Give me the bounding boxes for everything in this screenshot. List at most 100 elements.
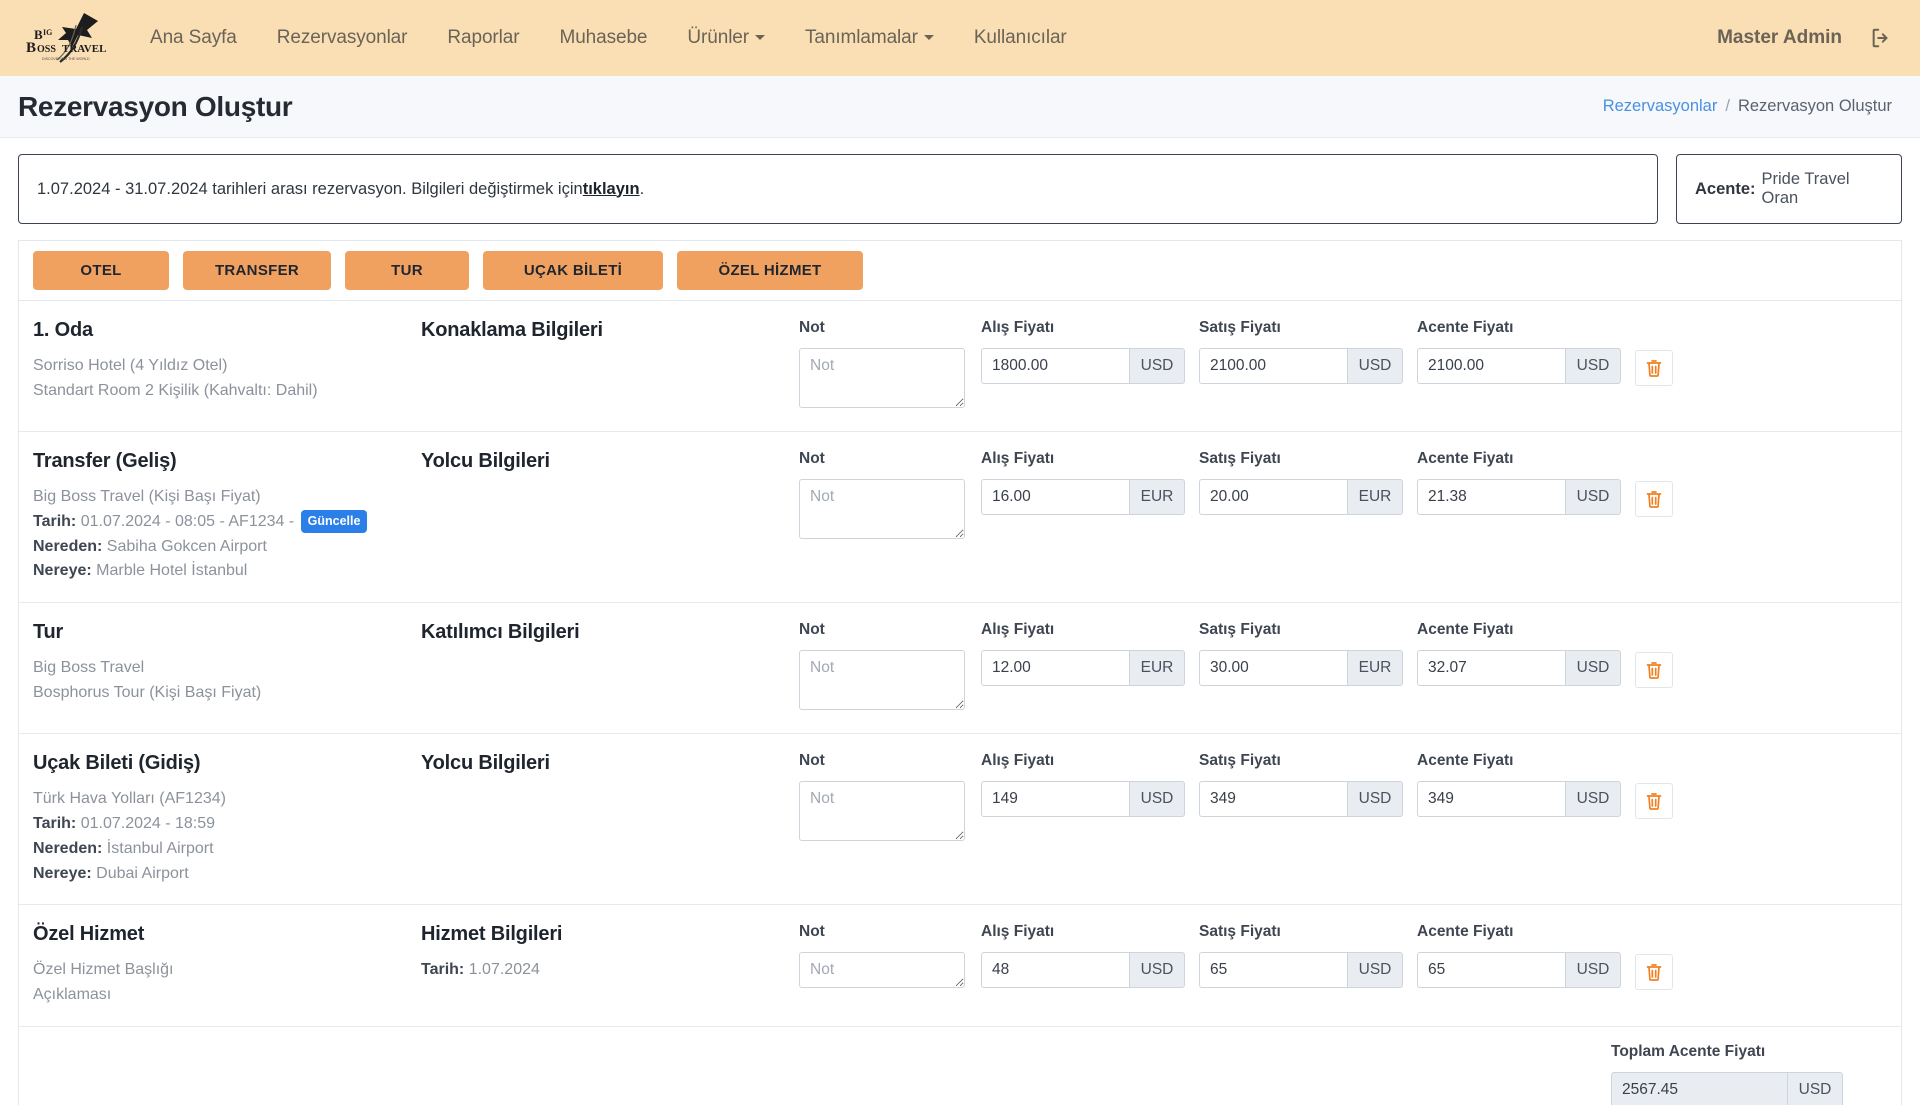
- buy-price-input[interactable]: [981, 650, 1129, 687]
- tab-ozel-hizmet[interactable]: ÖZEL HİZMET: [677, 251, 863, 290]
- delete-row-button[interactable]: [1635, 652, 1673, 689]
- nav-item-urunler[interactable]: Ürünler: [667, 19, 785, 57]
- tab-tur[interactable]: TUR: [345, 251, 469, 290]
- logout-button[interactable]: [1870, 27, 1892, 49]
- nav-item-muhasebe[interactable]: Muhasebe: [539, 19, 667, 57]
- row-delete-cell: [1635, 752, 1693, 820]
- update-badge-button[interactable]: Güncelle: [300, 509, 368, 534]
- agency-price-currency[interactable]: USD: [1565, 952, 1621, 989]
- buy-price-currency[interactable]: USD: [1129, 348, 1185, 384]
- agency-price-input[interactable]: [1417, 952, 1565, 989]
- row-note-cell: Not: [799, 621, 981, 715]
- note-label: Not: [799, 752, 825, 770]
- total-row: Toplam Acente Fiyatı USD: [19, 1027, 1901, 1105]
- row-mid-title: Yolcu Bilgileri: [421, 450, 550, 472]
- current-user-label: Master Admin: [1717, 27, 1842, 48]
- info-row: 1.07.2024 - 31.07.2024 tarihleri arası r…: [18, 154, 1902, 224]
- row-note-cell: Not: [799, 752, 981, 846]
- nav-item-raporlar[interactable]: Raporlar: [427, 19, 539, 57]
- sell-price-currency[interactable]: EUR: [1347, 479, 1403, 515]
- breadcrumb-link-rezervasyonlar[interactable]: Rezervasyonlar: [1603, 97, 1718, 116]
- agency-box: Acente: Pride Travel Oran: [1676, 154, 1902, 224]
- buy-price-currency[interactable]: EUR: [1129, 479, 1185, 515]
- note-input[interactable]: [799, 952, 965, 989]
- tab-otel[interactable]: OTEL: [33, 251, 169, 290]
- total-agency-price-label: Toplam Acente Fiyatı: [1611, 1042, 1766, 1060]
- row-buy-price-cell: Alış Fiyatı USD: [981, 923, 1199, 989]
- date-range-info-box: 1.07.2024 - 31.07.2024 tarihleri arası r…: [18, 154, 1658, 224]
- row-detail-line: Standart Room 2 Kişilik (Kahvaltı: Dahil…: [33, 381, 318, 399]
- buy-price-input[interactable]: [981, 781, 1129, 818]
- buy-price-input[interactable]: [981, 952, 1129, 989]
- nav-item-kullanicilar[interactable]: Kullanıcılar: [954, 19, 1087, 57]
- svg-text:B: B: [26, 40, 36, 56]
- delete-row-button[interactable]: [1635, 481, 1673, 517]
- row-detail-value: 01.07.2024 - 08:05 - AF1234 -: [76, 512, 299, 530]
- note-input[interactable]: [799, 650, 965, 711]
- delete-row-button[interactable]: [1635, 783, 1673, 820]
- table-row: Uçak Bileti (Gidiş) Türk Hava Yolları (A…: [19, 734, 1901, 906]
- breadcrumb-current: Rezervasyon Oluştur: [1737, 97, 1892, 115]
- row-agency-price-cell: Acente Fiyatı USD: [1417, 621, 1635, 687]
- note-input[interactable]: [799, 348, 965, 408]
- row-agency-price-cell: Acente Fiyatı USD: [1417, 923, 1635, 989]
- agency-price-input[interactable]: [1417, 781, 1565, 818]
- buy-price-currency[interactable]: USD: [1129, 952, 1185, 989]
- agency-price-input[interactable]: [1417, 479, 1565, 515]
- agency-price-input[interactable]: [1417, 348, 1565, 384]
- logout-icon: [1872, 28, 1888, 48]
- row-sell-price-cell: Satış Fiyatı USD: [1199, 319, 1417, 384]
- buy-price-input[interactable]: [981, 479, 1129, 515]
- svg-text:OSS: OSS: [37, 44, 56, 55]
- agency-price-currency[interactable]: USD: [1565, 781, 1621, 818]
- chevron-down-icon: [923, 35, 934, 41]
- sell-price-input[interactable]: [1199, 952, 1347, 989]
- buy-price-currency[interactable]: EUR: [1129, 650, 1185, 687]
- agency-price-label: Acente Fiyatı: [1417, 923, 1514, 941]
- delete-row-button[interactable]: [1635, 954, 1673, 991]
- row-detail-line: Nereden: İstanbul Airport: [33, 837, 409, 862]
- sell-price-input[interactable]: [1199, 348, 1347, 384]
- buy-price-currency[interactable]: USD: [1129, 781, 1185, 818]
- row-detail-key: Tarih:: [33, 814, 77, 832]
- page-title: Rezervasyon Oluştur: [18, 90, 293, 122]
- nav-item-ana-sayfa[interactable]: Ana Sayfa: [130, 19, 257, 57]
- agency-price-label: Acente Fiyatı: [1417, 621, 1514, 639]
- agency-price-currency[interactable]: USD: [1565, 479, 1621, 515]
- row-detail-key: Nereden:: [33, 537, 103, 555]
- row-note-cell: Not: [799, 923, 981, 993]
- nav-item-tanimlamalar[interactable]: Tanımlamalar: [785, 19, 954, 57]
- sell-price-input[interactable]: [1199, 650, 1347, 687]
- row-detail-key: Nereye:: [33, 562, 92, 580]
- note-input[interactable]: [799, 479, 965, 539]
- sell-price-input[interactable]: [1199, 479, 1347, 515]
- brand-logo[interactable]: B IG B OSS TRAVEL DISCOVERING THE WORLD: [14, 7, 112, 69]
- sell-price-currency[interactable]: EUR: [1347, 650, 1403, 687]
- top-navbar: B IG B OSS TRAVEL DISCOVERING THE WORLD …: [0, 0, 1920, 76]
- info-change-link[interactable]: tıklayın: [583, 180, 640, 199]
- buy-price-label: Alış Fiyatı: [981, 319, 1055, 336]
- agency-price-currency[interactable]: USD: [1565, 348, 1621, 384]
- agency-price-currency[interactable]: USD: [1565, 650, 1621, 687]
- sell-price-label: Satış Fiyatı: [1199, 319, 1281, 336]
- buy-price-input[interactable]: [981, 348, 1129, 384]
- sell-price-currency[interactable]: USD: [1347, 952, 1403, 989]
- sell-price-currency[interactable]: USD: [1347, 781, 1403, 818]
- nav-item-rezervasyonlar[interactable]: Rezervasyonlar: [257, 19, 428, 57]
- svg-text:TRAVEL: TRAVEL: [62, 43, 106, 55]
- row-detail-key: Tarih:: [33, 512, 77, 530]
- sell-price-label: Satış Fiyatı: [1199, 450, 1281, 467]
- agency-price-input[interactable]: [1417, 650, 1565, 687]
- table-row: Transfer (Geliş) Big Boss Travel (Kişi B…: [19, 432, 1901, 604]
- tab-transfer[interactable]: TRANSFER: [183, 251, 331, 290]
- row-detail-line: Big Boss Travel (Kişi Başı Fiyat): [33, 488, 261, 505]
- sell-price-currency[interactable]: USD: [1347, 348, 1403, 384]
- row-detail-value: Sabiha Gokcen Airport: [102, 537, 267, 555]
- row-product-info: 1. Oda Sorriso Hotel (4 Yıldız Otel) Sta…: [33, 319, 421, 404]
- sell-price-input[interactable]: [1199, 781, 1347, 818]
- delete-row-button[interactable]: [1635, 350, 1673, 386]
- tab-ucak-bileti[interactable]: UÇAK BİLETİ: [483, 251, 663, 290]
- row-mid-title: Katılımcı Bilgileri: [421, 621, 580, 644]
- note-input[interactable]: [799, 781, 965, 842]
- trash-icon: [1646, 662, 1662, 680]
